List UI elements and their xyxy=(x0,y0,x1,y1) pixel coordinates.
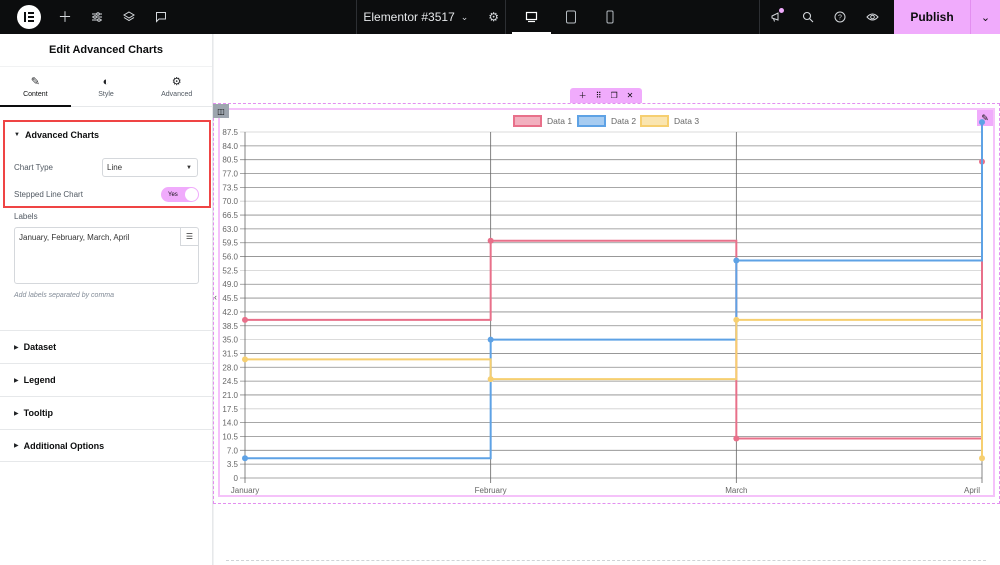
notification-dot xyxy=(779,8,784,13)
tab-label: Content xyxy=(23,91,48,98)
accordion-tooltip[interactable]: ▶ Tooltip xyxy=(0,396,213,429)
caret-right-icon: ▶ xyxy=(14,344,19,351)
tab-style[interactable]: ◐ Style xyxy=(71,67,142,106)
chevron-down-icon[interactable]: ⌄ xyxy=(461,12,469,23)
gear-icon: ⚙ xyxy=(171,76,182,88)
stepped-line-toggle[interactable]: Yes xyxy=(161,187,199,202)
editor-panel: Edit Advanced Charts ✎ Content ◐ Style ⚙… xyxy=(0,34,213,565)
section-title: Advanced Charts xyxy=(24,130,99,140)
pencil-icon: ✎ xyxy=(30,76,40,88)
caret-down-icon: ▼ xyxy=(14,132,20,138)
svg-text:?: ? xyxy=(838,15,842,22)
gear-icon[interactable]: ⚙ xyxy=(488,10,499,24)
caret-right-icon: ▶ xyxy=(14,377,19,384)
half-circle-icon: ◐ xyxy=(102,75,110,88)
stepped-line-label: Stepped Line Chart xyxy=(14,190,83,199)
duplicate-icon[interactable]: ❐ xyxy=(610,91,617,100)
tab-advanced[interactable]: ⚙ Advanced xyxy=(141,67,212,106)
comments-icon[interactable] xyxy=(145,0,177,34)
desktop-icon[interactable] xyxy=(512,0,552,34)
caret-right-icon: ▶ xyxy=(14,410,19,417)
search-icon[interactable] xyxy=(792,0,824,34)
document-title[interactable]: Elementor #3517 xyxy=(363,10,454,24)
add-icon[interactable]: ＋ xyxy=(579,90,587,101)
accordion-label: Dataset xyxy=(23,342,57,352)
labels-value: January, February, March, April xyxy=(19,233,130,242)
megaphone-icon[interactable] xyxy=(760,0,792,34)
tab-label: Style xyxy=(98,90,114,98)
chart-type-label: Chart Type xyxy=(14,163,53,172)
labels-textarea[interactable]: January, February, March, April ☰ xyxy=(14,227,199,284)
caret-right-icon: ▶ xyxy=(14,443,19,449)
column-handle-icon[interactable]: ◫ xyxy=(213,104,229,118)
mobile-icon[interactable] xyxy=(590,0,629,34)
accordion-label: Legend xyxy=(23,375,56,385)
accordion-legend[interactable]: ▶ Legend xyxy=(0,363,213,396)
collapse-panel-icon[interactable]: ‹ xyxy=(214,292,217,302)
caret-down-icon: ▼ xyxy=(186,164,192,171)
labels-label: Labels xyxy=(14,212,38,221)
labels-hint: Add labels separated by comma xyxy=(14,292,114,299)
section-advanced-charts[interactable]: ▼ Advanced Charts xyxy=(14,130,99,140)
dynamic-tags-icon[interactable]: ☰ xyxy=(180,228,198,246)
accordion-dataset[interactable]: ▶ Dataset xyxy=(0,330,213,363)
section-toolbar: ＋ ⠿ ❐ ✕ xyxy=(570,88,642,103)
widget-outline[interactable] xyxy=(218,108,995,497)
publish-button[interactable]: Publish xyxy=(894,0,970,34)
panel-tabs: ✎ Content ◐ Style ⚙ Advanced xyxy=(0,67,212,107)
toggle-label: Yes xyxy=(168,191,178,198)
tablet-icon[interactable] xyxy=(551,0,590,34)
edit-widget-icon[interactable]: ✎ xyxy=(977,110,993,126)
top-bar: ＋ Elementor #3517 ⌄ ⚙ ? Publish ⌄ xyxy=(0,0,1000,34)
chart-type-select[interactable]: Line ▼ xyxy=(102,158,198,177)
elementor-logo[interactable] xyxy=(17,5,41,29)
layers-icon[interactable] xyxy=(113,0,145,34)
close-icon[interactable]: ✕ xyxy=(627,91,634,100)
toggle-knob xyxy=(185,188,198,201)
settings-sliders-icon[interactable] xyxy=(81,0,113,34)
add-section-area xyxy=(226,560,986,561)
preview-eye-icon[interactable] xyxy=(856,0,888,34)
drag-handle-icon[interactable]: ⠿ xyxy=(596,91,602,100)
tab-label: Advanced xyxy=(161,91,193,98)
chart-type-value: Line xyxy=(107,163,123,172)
help-icon[interactable]: ? xyxy=(824,0,856,34)
accordion-label: Tooltip xyxy=(23,408,53,418)
add-icon[interactable]: ＋ xyxy=(49,0,81,34)
accordion-additional-options[interactable]: ▶ Additional Options xyxy=(0,429,213,462)
tab-content[interactable]: ✎ Content xyxy=(0,67,71,107)
panel-title: Edit Advanced Charts xyxy=(0,34,212,67)
accordion-label: Additional Options xyxy=(23,440,105,451)
publish-options-chevron-icon[interactable]: ⌄ xyxy=(970,0,1000,34)
